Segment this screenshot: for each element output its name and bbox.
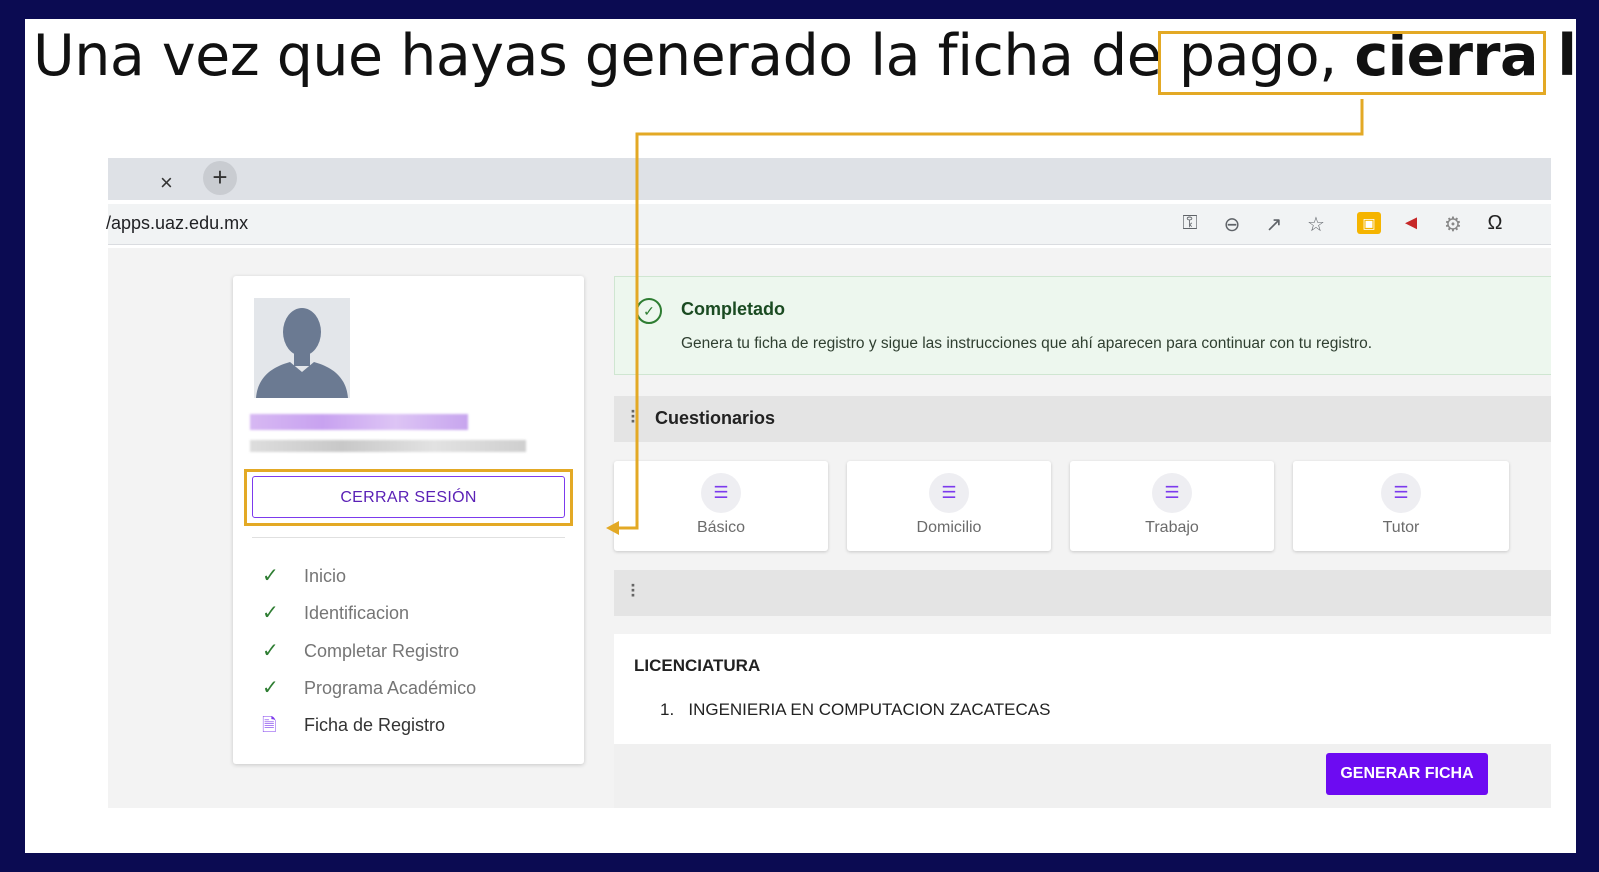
tab-strip bbox=[108, 158, 1551, 200]
document-icon: 🗎 bbox=[262, 715, 277, 735]
check-icon: ✓ bbox=[262, 677, 279, 699]
alert-message: Genera tu ficha de registro y sigue las … bbox=[681, 335, 1373, 352]
tab-close-icon[interactable]: × bbox=[160, 170, 173, 196]
headline-highlight-box bbox=[1158, 31, 1546, 95]
avatar bbox=[254, 298, 350, 398]
licenciatura-title: LICENCIATURA bbox=[634, 656, 761, 675]
step-inicio[interactable]: ✓ Inicio bbox=[262, 563, 346, 587]
url-text[interactable]: /apps.uaz.edu.mx bbox=[106, 213, 248, 234]
questionnaire-label: Tutor bbox=[1382, 519, 1420, 536]
step-identificacion[interactable]: ✓ Identificacion bbox=[262, 600, 409, 624]
form-icon: ☰ bbox=[701, 473, 741, 513]
extension-icon[interactable]: ▣ bbox=[1357, 212, 1381, 234]
questionnaire-label: Trabajo bbox=[1145, 519, 1199, 536]
form-icon: ☰ bbox=[929, 473, 969, 513]
step-programa-academico[interactable]: ✓ Programa Académico bbox=[262, 675, 476, 699]
star-icon[interactable]: ☆ bbox=[1304, 212, 1328, 237]
check-icon: ✓ bbox=[262, 640, 279, 662]
licenciatura-card bbox=[614, 634, 1551, 744]
megaphone-icon[interactable]: ◄ bbox=[1399, 212, 1423, 235]
drag-handle-icon[interactable]: ⠇ bbox=[629, 408, 642, 429]
check-icon: ✓ bbox=[262, 602, 279, 624]
step-label: Ficha de Registro bbox=[304, 715, 446, 735]
new-tab-button[interactable]: + bbox=[203, 161, 237, 195]
form-icon: ☰ bbox=[1152, 473, 1192, 513]
user-name-redacted bbox=[250, 414, 468, 430]
success-alert bbox=[614, 276, 1551, 375]
headline-text: Una vez que hayas generado la ficha de p… bbox=[33, 23, 1355, 89]
zoom-out-icon[interactable]: ⊖ bbox=[1220, 212, 1244, 237]
cuestionarios-title: Cuestionarios bbox=[655, 408, 776, 428]
share-icon[interactable]: ↗ bbox=[1262, 212, 1286, 237]
step-label: Completar Registro bbox=[304, 641, 460, 661]
key-icon[interactable]: ⚿ bbox=[1178, 212, 1202, 235]
step-label: Programa Académico bbox=[304, 678, 477, 698]
address-bar[interactable] bbox=[108, 204, 1551, 245]
drag-handle-icon[interactable]: ⠇ bbox=[629, 582, 642, 603]
logout-button[interactable]: CERRAR SESIÓN bbox=[252, 476, 565, 518]
check-icon: ✓ bbox=[262, 565, 279, 587]
user-id-redacted bbox=[250, 440, 526, 452]
step-ficha-de-registro[interactable]: 🗎 Ficha de Registro bbox=[262, 713, 445, 737]
step-completar-registro[interactable]: ✓ Completar Registro bbox=[262, 638, 459, 662]
alert-title: Completado bbox=[681, 299, 786, 319]
questionnaire-label: Domicilio bbox=[916, 519, 982, 536]
user-silhouette-icon bbox=[254, 298, 350, 398]
generar-ficha-button[interactable]: GENERAR FICHA bbox=[1326, 753, 1488, 795]
questionnaire-label: Básico bbox=[696, 519, 746, 536]
step-label: Inicio bbox=[304, 566, 347, 586]
gear-extension-icon[interactable]: ⚙ bbox=[1441, 212, 1465, 237]
divider bbox=[252, 537, 565, 538]
omega-icon[interactable]: Ω bbox=[1483, 212, 1507, 235]
check-circle-icon: ✓ bbox=[636, 298, 662, 324]
form-icon: ☰ bbox=[1381, 473, 1421, 513]
program-list-item: 1. INGENIERIA EN COMPUTACION ZACATECAS bbox=[660, 700, 1051, 719]
program-section-header[interactable] bbox=[614, 570, 1551, 616]
step-label: Identificacion bbox=[304, 603, 410, 623]
